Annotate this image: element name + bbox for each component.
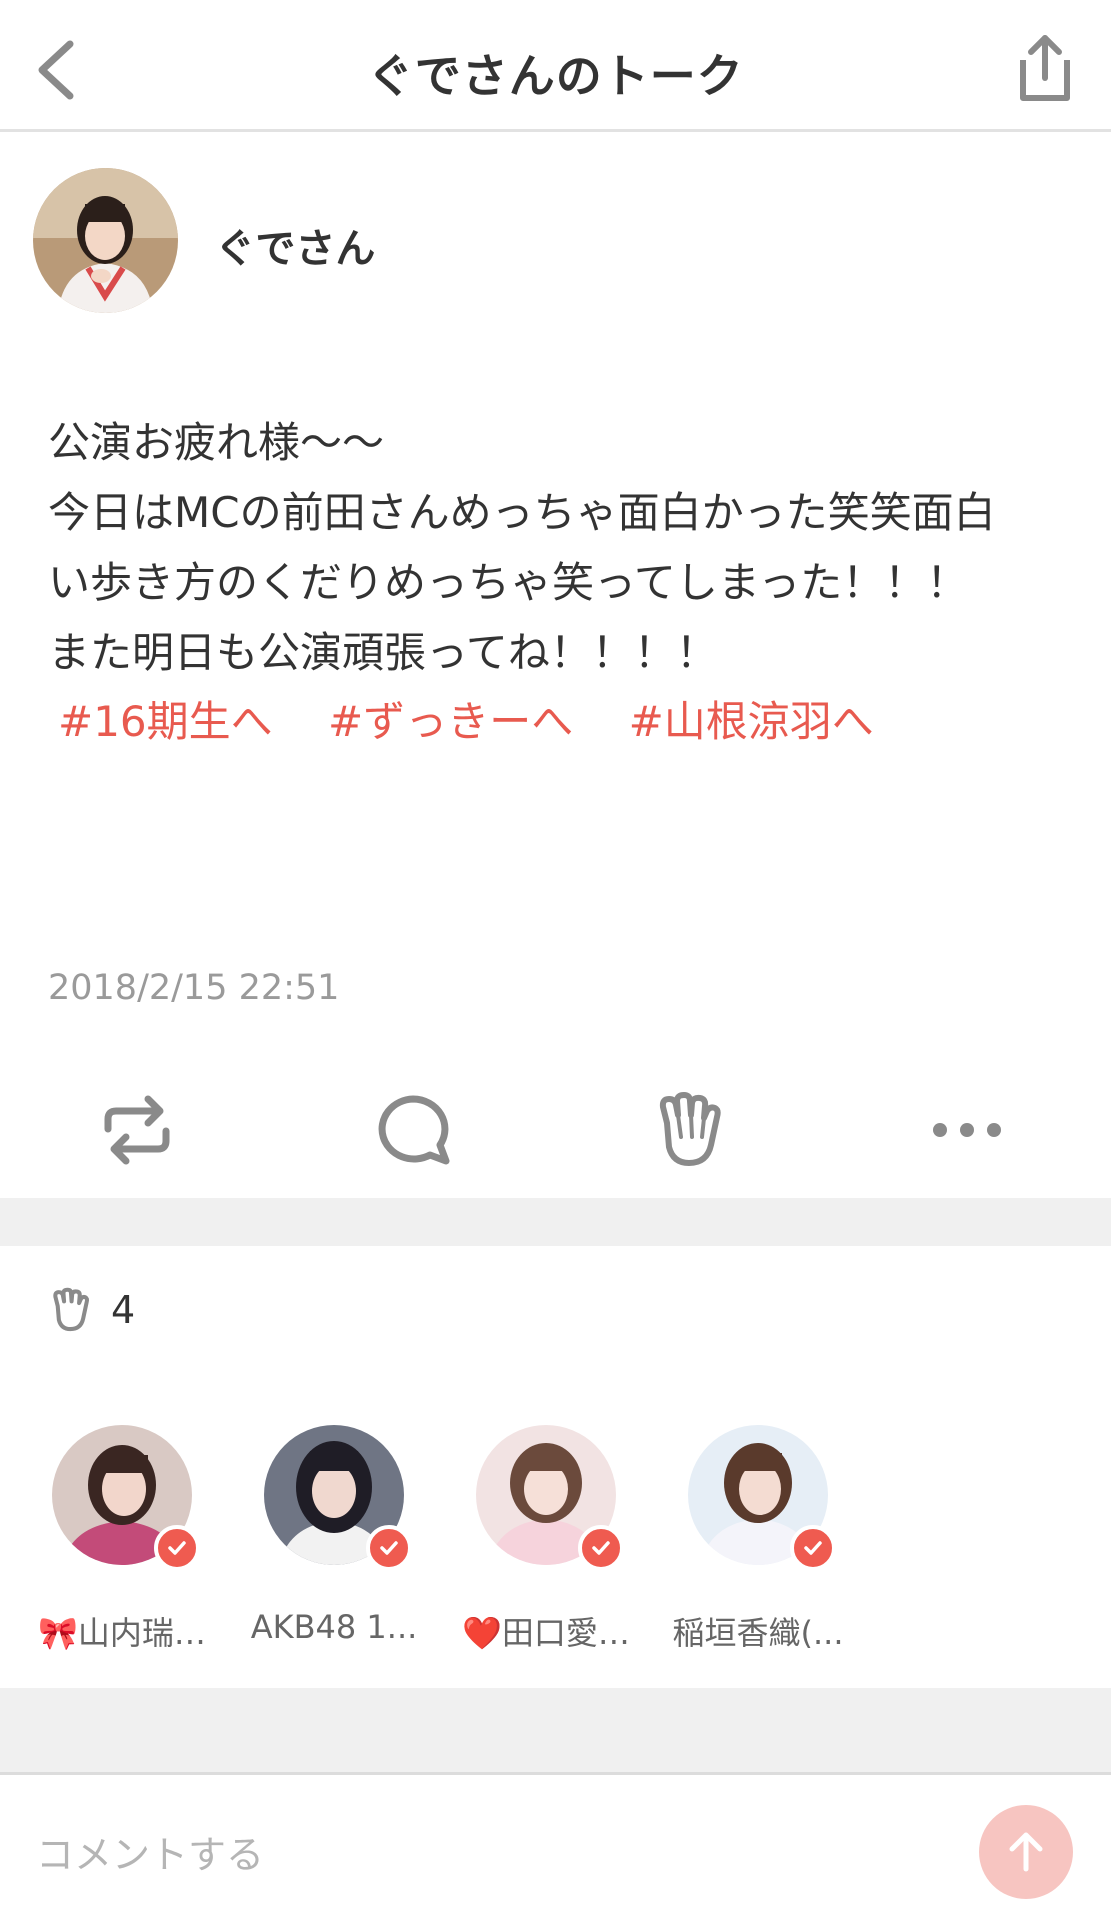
liker-name[interactable]: 稲垣香織(... — [658, 1608, 858, 1654]
verified-badge-icon — [154, 1525, 200, 1571]
post-text: 公演お疲れ様〜〜 今日はMCの前田さんめっちゃ面白かった笑笑面白 い歩き方のくだ… — [48, 408, 1068, 688]
post-line: 公演お疲れ様〜〜 — [48, 418, 385, 467]
hashtag-list: #16期生へ #ずっきーへ #山根涼羽へ — [58, 688, 916, 749]
liker-name[interactable]: ❤️田口愛… — [446, 1608, 646, 1654]
header-bar: ぐでさんのトーク — [0, 0, 1111, 132]
send-button[interactable] — [979, 1805, 1073, 1899]
hashtag-link[interactable]: #16期生へ — [58, 697, 273, 746]
post-timestamp: 2018/2/15 22:51 — [48, 968, 340, 1008]
liker-name[interactable]: 🎀山内瑞… — [22, 1608, 222, 1654]
liker-avatar[interactable] — [476, 1425, 626, 1575]
section-divider — [0, 1688, 1111, 1772]
clap-icon[interactable] — [645, 1085, 735, 1175]
verified-badge-icon — [790, 1525, 836, 1571]
section-divider — [0, 1198, 1111, 1246]
comment-icon[interactable] — [368, 1085, 458, 1175]
post-line: また明日も公演頑張ってね！！！！ — [48, 628, 718, 677]
post-line: い歩き方のくだりめっちゃ笑ってしまった！！！ — [48, 558, 969, 607]
verified-badge-icon — [366, 1525, 412, 1571]
author-name[interactable]: ぐでさん — [215, 216, 375, 274]
liker-avatar[interactable] — [52, 1425, 202, 1575]
liker-avatar[interactable] — [688, 1425, 838, 1575]
liker-avatar[interactable] — [264, 1425, 414, 1575]
more-icon[interactable] — [922, 1085, 1012, 1175]
comment-input[interactable] — [36, 1825, 936, 1885]
share-icon[interactable] — [1003, 30, 1073, 110]
likes-count: 4 — [45, 1285, 135, 1335]
likes-number: 4 — [111, 1288, 136, 1332]
comment-bar — [0, 1772, 1111, 1920]
hashtag-link[interactable]: #山根涼羽へ — [629, 697, 874, 746]
page-title: ぐでさんのトーク — [367, 49, 744, 103]
author-avatar[interactable] — [33, 168, 178, 313]
hashtag-link[interactable]: #ずっきーへ — [328, 697, 573, 746]
repost-icon[interactable] — [92, 1085, 182, 1175]
liker-name[interactable]: AKB48 1... — [234, 1608, 434, 1646]
clap-icon — [53, 1287, 90, 1332]
post-line: 今日はMCの前田さんめっちゃ面白かった笑笑面白 — [48, 488, 996, 537]
verified-badge-icon — [578, 1525, 624, 1571]
arrow-up-icon — [1009, 1832, 1043, 1872]
